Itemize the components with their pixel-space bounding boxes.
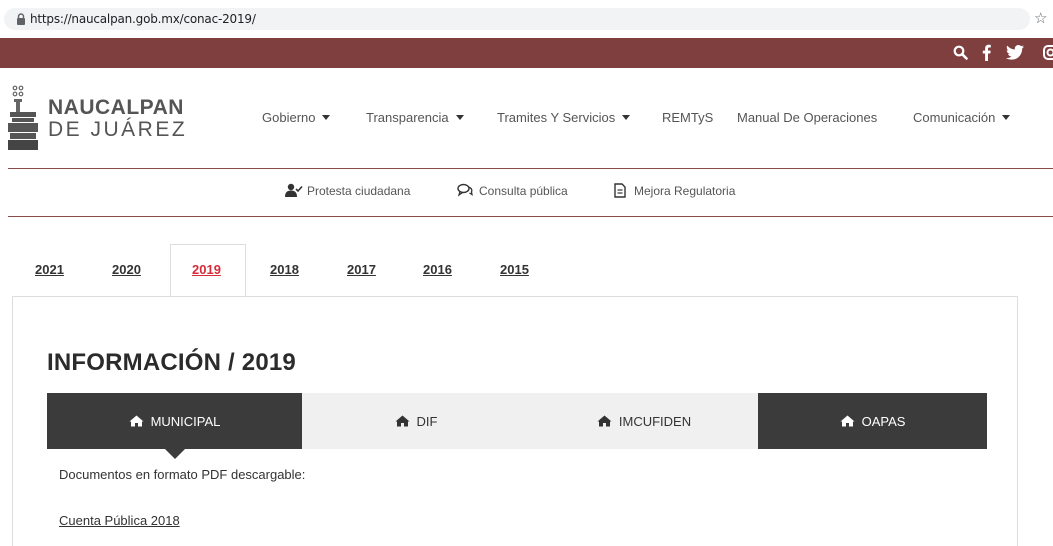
year-tabs: 2021 2020 2019 2018 2017 2016 2015	[12, 244, 1022, 297]
tab-label: IMCUFIDEN	[618, 413, 692, 429]
mejora-regulatoria-link[interactable]: Mejora Regulatoria	[614, 183, 736, 198]
nav-item-gobierno[interactable]: Gobierno	[262, 110, 331, 125]
sub-link-label: Mejora Regulatoria	[634, 184, 736, 198]
twitter-icon[interactable]	[1006, 45, 1024, 60]
nav-item-label: Gobierno	[262, 110, 316, 125]
nav-item-comunicacion[interactable]: Comunicación	[913, 110, 1011, 125]
chevron-down-icon	[622, 115, 631, 120]
bookmark-star-icon[interactable]: ☆	[1034, 10, 1047, 28]
home-icon	[129, 415, 144, 427]
tab-oapas[interactable]: OAPAS	[758, 393, 987, 449]
active-tab-pointer	[165, 449, 185, 459]
home-icon	[840, 415, 855, 427]
instagram-icon[interactable]	[1043, 45, 1053, 60]
home-icon	[395, 415, 410, 427]
social-strip	[0, 38, 1053, 68]
chat-icon	[457, 183, 473, 197]
documents-intro: Documentos en formato PDF descargable:	[59, 467, 306, 482]
sub-link-label: Protesta ciudadana	[307, 184, 411, 198]
logo-title[interactable]: NAUCALPAN	[48, 96, 184, 120]
content-panel: INFORMACIÓN / 2019 MUNICIPAL DIF IMCUFID…	[12, 296, 1018, 546]
entity-tabs: MUNICIPAL DIF IMCUFIDEN OAPAS	[47, 393, 987, 459]
url-text[interactable]: https://naucalpan.gob.mx/conac-2019/	[30, 12, 256, 26]
chevron-down-icon	[1002, 115, 1011, 120]
tab-label: OAPAS	[861, 413, 906, 429]
document-link-cuenta-publica-2018[interactable]: Cuenta Pública 2018	[59, 513, 180, 528]
page-title: INFORMACIÓN / 2019	[47, 349, 296, 376]
chevron-down-icon	[455, 115, 464, 120]
user-check-icon	[285, 183, 303, 197]
tab-label: MUNICIPAL	[150, 413, 221, 429]
chevron-down-icon	[322, 115, 331, 120]
nav-item-manual[interactable]: Manual De Operaciones	[737, 110, 877, 125]
tab-2017[interactable]: 2017	[347, 262, 376, 277]
naucalpan-logo-icon[interactable]	[8, 84, 38, 150]
nav-item-label: Transparencia	[366, 110, 449, 125]
browser-address-bar: https://naucalpan.gob.mx/conac-2019/ ☆	[0, 0, 1053, 38]
nav-item-label: Tramites Y Servicios	[497, 110, 616, 125]
sub-link-label: Consulta pública	[479, 184, 568, 198]
document-icon	[614, 183, 626, 198]
protesta-ciudadana-link[interactable]: Protesta ciudadana	[285, 183, 411, 198]
lock-icon	[17, 13, 25, 25]
nav-item-transparencia[interactable]: Transparencia	[366, 110, 464, 125]
tab-dif[interactable]: DIF	[302, 393, 530, 449]
nav-item-label: Manual De Operaciones	[737, 110, 878, 125]
tab-municipal[interactable]: MUNICIPAL	[47, 393, 302, 449]
tab-2015[interactable]: 2015	[500, 262, 529, 277]
facebook-icon[interactable]	[982, 44, 991, 61]
secondary-divider	[8, 216, 1053, 217]
tab-2021[interactable]: 2021	[35, 262, 64, 277]
secondary-links: Protesta ciudadana Consulta pública Mejo…	[0, 169, 1053, 216]
site-header: NAUCALPAN DE JUÁREZ Gobierno Transparenc…	[0, 68, 1053, 168]
nav-item-label: REMTyS	[662, 110, 714, 125]
logo-subtitle[interactable]: DE JUÁREZ	[48, 118, 187, 142]
tab-2018[interactable]: 2018	[270, 262, 299, 277]
nav-item-label: Comunicación	[913, 110, 996, 125]
tab-label: DIF	[416, 413, 438, 429]
nav-item-tramites[interactable]: Tramites Y Servicios	[497, 110, 631, 125]
tab-imcufiden[interactable]: IMCUFIDEN	[530, 393, 758, 449]
tab-2020[interactable]: 2020	[112, 262, 141, 277]
search-icon[interactable]	[953, 45, 968, 60]
consulta-publica-link[interactable]: Consulta pública	[457, 183, 568, 198]
tab-2019[interactable]: 2019	[192, 262, 221, 277]
tab-2016[interactable]: 2016	[423, 262, 452, 277]
home-icon	[597, 415, 612, 427]
nav-item-remtys[interactable]: REMTyS	[662, 110, 713, 125]
